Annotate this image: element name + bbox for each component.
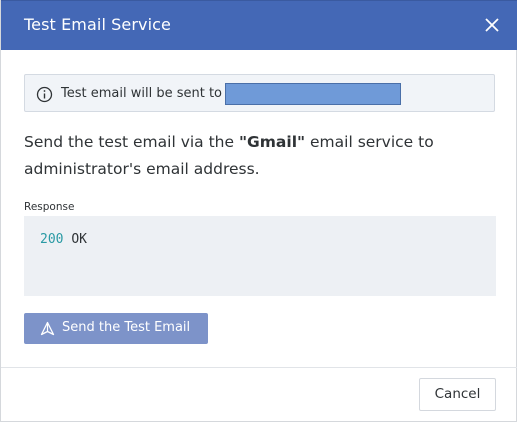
response-label: Response — [24, 201, 75, 213]
dialog-header: Test Email Service — [1, 0, 517, 50]
test-email-dialog: Test Email Service Test email will be se… — [0, 0, 517, 422]
send-button-label: Send the Test Email — [62, 320, 191, 335]
info-icon — [36, 86, 53, 103]
info-text: Test email will be sent to — [61, 86, 222, 101]
cancel-button[interactable]: Cancel — [419, 378, 496, 411]
dialog-title: Test Email Service — [24, 15, 172, 34]
response-output: 200 OK — [24, 216, 496, 296]
close-icon[interactable] — [481, 14, 503, 36]
response-code: 200 OK — [40, 232, 87, 247]
redacted-email-address — [225, 83, 401, 105]
footer-divider — [1, 367, 517, 368]
send-test-email-button[interactable]: Send the Test Email — [24, 313, 208, 344]
info-banner: Test email will be sent to — [24, 74, 495, 112]
description-prefix: Send the test email via the — [24, 133, 239, 151]
description-text: Send the test email via the "Gmail" emai… — [24, 129, 484, 183]
status-text: OK — [71, 232, 87, 247]
service-name: "Gmail" — [238, 133, 306, 151]
status-code: 200 — [40, 232, 64, 247]
send-icon — [40, 321, 55, 336]
